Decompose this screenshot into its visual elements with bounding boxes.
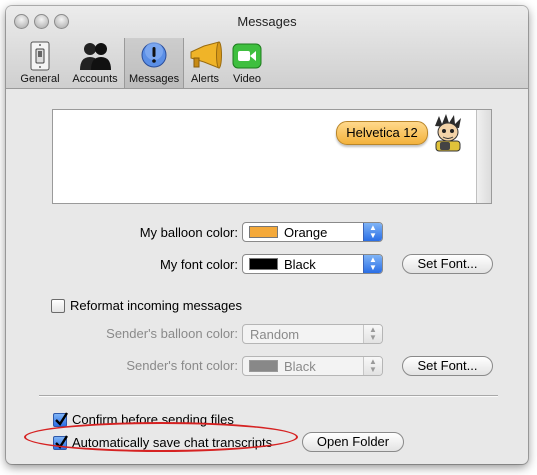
sender-font-color-value: Black [284, 358, 316, 374]
black-swatch [249, 258, 278, 270]
megaphone-icon [190, 41, 222, 69]
reformat-incoming-label: Reformat incoming messages [70, 298, 242, 313]
sender-font-color-label: Sender's font color: [126, 358, 238, 373]
tab-general[interactable]: General [14, 38, 66, 88]
tab-video[interactable]: Video [226, 38, 268, 88]
buddy-avatar-icon [435, 114, 461, 152]
tab-messages-label: Messages [128, 73, 180, 85]
my-font-color-label: My font color: [159, 257, 238, 272]
popup-arrows-icon: ▲ ▼ [363, 223, 382, 241]
light-switch-icon [30, 41, 50, 71]
checkbox-box [53, 411, 68, 427]
people-icon [80, 43, 111, 70]
tab-video-label: Video [233, 73, 261, 85]
sender-font-color-popup[interactable]: Black ▲ ▼ [242, 356, 383, 376]
set-font-button[interactable]: Set Font... [402, 254, 493, 274]
sender-balloon-color-label: Sender's balloon color: [106, 326, 238, 341]
popup-arrows-icon: ▲ ▼ [363, 255, 382, 273]
my-balloon-color-popup[interactable]: Orange ▲ ▼ [242, 222, 383, 242]
sender-set-font-button[interactable]: Set Font... [402, 356, 493, 376]
preview-balloon: Helvetica 12 [336, 121, 428, 145]
tab-alerts[interactable]: Alerts [184, 38, 226, 88]
sender-balloon-color-value: Random [250, 326, 300, 342]
tab-accounts[interactable]: Accounts [66, 38, 124, 88]
tab-general-label: General [20, 73, 60, 85]
open-folder-button[interactable]: Open Folder [302, 432, 404, 452]
toolbar: Messages General Accounts Messages Alert… [6, 6, 528, 89]
annotation-oval [24, 422, 298, 452]
tab-messages[interactable]: Messages [124, 38, 184, 88]
balloon-preview: Helvetica 12 [52, 109, 492, 204]
popup-arrows-icon: ▲ ▼ [363, 357, 382, 375]
my-balloon-color-label: My balloon color: [139, 225, 238, 240]
messages-pane: Helvetica 12 My balloon color: Orange ▲ ▼… [6, 89, 528, 464]
reformat-incoming-checkbox[interactable]: Reformat incoming messages [51, 298, 242, 313]
preview-scrollbar[interactable] [476, 110, 491, 203]
checkmark-icon [55, 411, 68, 426]
my-font-color-value: Black [284, 256, 316, 272]
sender-balloon-color-popup[interactable]: Random ▲ ▼ [242, 324, 383, 344]
exclamation-bubble-icon [141, 42, 167, 68]
gray-swatch [249, 360, 278, 372]
preferences-window: Messages General Accounts Messages Alert… [6, 6, 528, 464]
video-camera-icon [232, 43, 262, 69]
preference-tabs: General Accounts Messages Alerts Video [14, 38, 268, 88]
my-font-color-popup[interactable]: Black ▲ ▼ [242, 254, 383, 274]
orange-swatch [249, 226, 278, 238]
popup-arrows-icon: ▲ ▼ [363, 325, 382, 343]
my-balloon-color-value: Orange [284, 224, 328, 240]
tab-accounts-label: Accounts [72, 73, 118, 85]
window-title: Messages [237, 14, 297, 29]
checkbox-box [51, 298, 65, 313]
separator [39, 395, 498, 397]
tab-alerts-label: Alerts [190, 73, 220, 85]
